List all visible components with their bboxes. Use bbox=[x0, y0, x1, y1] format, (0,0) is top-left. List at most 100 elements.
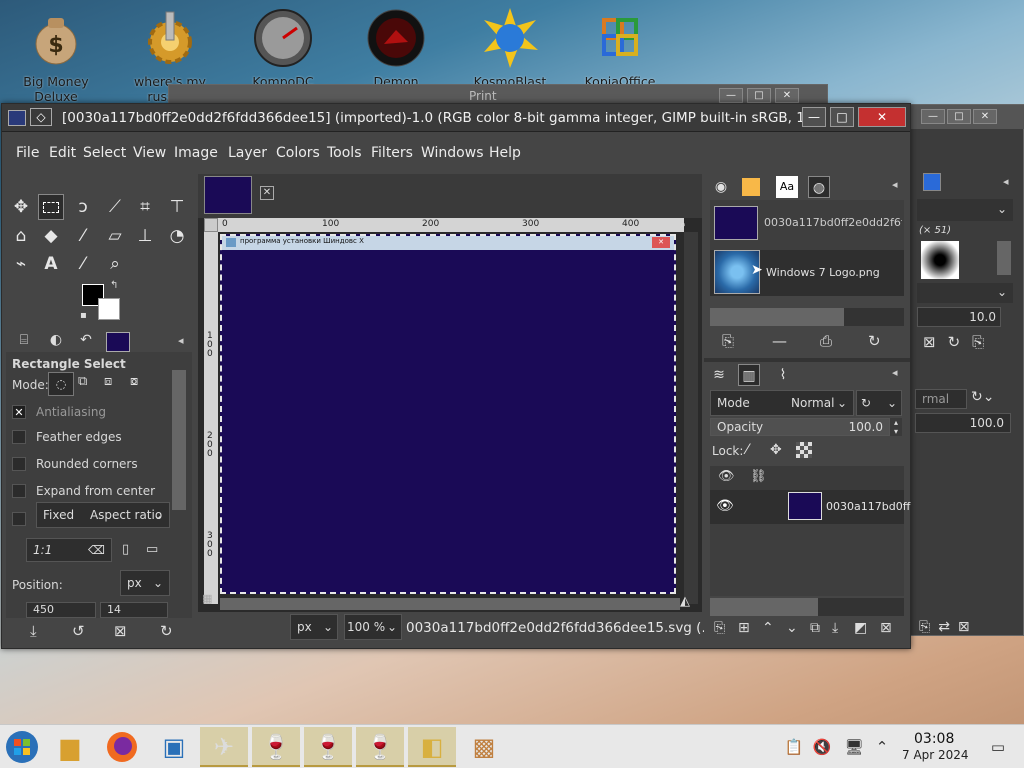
mode-subtract-icon[interactable]: ⧈ bbox=[104, 374, 112, 389]
delete-options-icon[interactable]: ⊠ bbox=[114, 622, 127, 640]
merge-layer-icon[interactable]: ⤓ bbox=[832, 620, 838, 636]
resize-corner-icon[interactable]: ◭ bbox=[680, 594, 690, 609]
layers-scrollbar[interactable] bbox=[710, 598, 904, 616]
rect-select-tool-icon[interactable] bbox=[38, 194, 64, 220]
close-button[interactable]: ✕ bbox=[775, 88, 799, 103]
menu-file[interactable]: File bbox=[16, 145, 39, 161]
taskbar-package-icon[interactable]: ▩ bbox=[460, 727, 508, 767]
rounded-corners-checkbox[interactable] bbox=[12, 457, 26, 471]
image-tab-thumbnail[interactable] bbox=[204, 176, 252, 214]
device-status-tab-icon[interactable]: ◐ bbox=[44, 332, 68, 352]
restore-options-icon[interactable]: ↺ bbox=[72, 622, 85, 640]
lock-position-icon[interactable]: ✥ bbox=[770, 442, 782, 458]
swap-colors-icon[interactable]: ↰ bbox=[110, 280, 118, 291]
raise-image-icon[interactable]: ⎘ bbox=[722, 332, 734, 350]
image-canvas[interactable]: программа установки Шиндовс X ✕ bbox=[220, 234, 676, 594]
menu-select[interactable]: Select bbox=[83, 145, 126, 161]
clock-time[interactable]: 03:08 bbox=[914, 731, 954, 747]
canvas-area[interactable]: 0 100 200 300 400 ⌕ 1 0 0 2 0 0 3 0 0 пр… bbox=[198, 218, 702, 646]
taskbar-wine-1[interactable]: 🍷 bbox=[252, 727, 300, 767]
minus-icon[interactable]: — bbox=[772, 332, 787, 350]
feather-edges-checkbox[interactable] bbox=[12, 430, 26, 444]
opacity-field[interactable]: Opacity 100.0 bbox=[710, 418, 890, 436]
fuzzy-select-tool-icon[interactable]: ⟋ bbox=[102, 194, 128, 220]
aspect-ratio-input[interactable]: 1:1 ⌫ bbox=[26, 538, 112, 562]
mode-replace-icon[interactable]: ◌ bbox=[48, 372, 74, 396]
patterns-tab-icon[interactable] bbox=[742, 178, 760, 196]
menu-tools[interactable]: Tools bbox=[327, 145, 362, 161]
start-button[interactable] bbox=[0, 727, 44, 767]
raise-layer-icon[interactable]: ⌃ bbox=[762, 620, 774, 636]
opacity-field[interactable]: 100.0 bbox=[915, 413, 1011, 433]
brushes-tab-icon[interactable]: ◉ bbox=[710, 176, 732, 198]
reset-mode-icon[interactable]: ↻⌄ bbox=[971, 389, 994, 405]
warp-tool-icon[interactable]: ⌂ bbox=[8, 223, 34, 249]
panel-menu-icon[interactable]: ◂ bbox=[892, 366, 898, 379]
duplicate-layer-icon[interactable]: ⧉ bbox=[810, 620, 820, 636]
taskbar-bag-icon[interactable]: ◧ bbox=[408, 727, 456, 767]
layer-actions[interactable]: ⎘⇄⊠ bbox=[919, 619, 978, 635]
close-tab-icon[interactable]: ✕ bbox=[260, 186, 274, 200]
panel-menu-icon[interactable]: ◂ bbox=[1003, 175, 1009, 188]
menu-edit[interactable]: Edit bbox=[49, 145, 76, 161]
zoom-follow-icon[interactable]: ⌕ bbox=[680, 218, 698, 232]
mode-intersect-icon[interactable]: ⧇ bbox=[130, 374, 138, 389]
clear-icon[interactable]: ⌫ bbox=[88, 539, 105, 561]
window-menu-icon[interactable]: ◇ bbox=[30, 108, 52, 126]
lasso-tool-icon[interactable]: ↄ bbox=[70, 194, 96, 220]
menu-view[interactable]: View bbox=[133, 145, 166, 161]
tool-options-tab-icon[interactable]: ⌸ bbox=[12, 332, 36, 352]
position-y-field[interactable]: 14 bbox=[100, 602, 168, 618]
brush-dropdown[interactable]: ⌄ bbox=[917, 283, 1013, 303]
paths-tab-icon[interactable]: ⌇ bbox=[772, 364, 794, 386]
zoom-dropdown[interactable]: 100 % ⌄ bbox=[344, 614, 402, 640]
images-tab-icon[interactable]: ◍ bbox=[808, 176, 830, 198]
desktop-icon-kosmoblast[interactable]: KosmoBlast bbox=[470, 8, 550, 89]
horizontal-scrollbar[interactable] bbox=[220, 598, 680, 610]
paintbrush-icon[interactable]: ⁄ bbox=[70, 223, 96, 249]
position-unit-dropdown[interactable]: px ⌄ bbox=[120, 570, 170, 596]
close-button[interactable]: ✕ bbox=[973, 109, 997, 124]
menu-windows[interactable]: Windows bbox=[421, 145, 484, 161]
options-scrollbar[interactable] bbox=[172, 370, 186, 510]
save-options-icon[interactable]: ⤓ bbox=[30, 622, 37, 640]
network-icon[interactable]: 🖥 bbox=[844, 737, 864, 757]
channels-tab-icon[interactable]: ▥ bbox=[738, 364, 760, 386]
crop-tool-icon[interactable]: ⌗ bbox=[132, 194, 158, 220]
maximize-button[interactable]: □ bbox=[747, 88, 771, 103]
move-tool-icon[interactable]: ✥ bbox=[8, 194, 34, 220]
clone-tool-icon[interactable]: ⊥ bbox=[132, 223, 158, 249]
close-button[interactable]: ✕ bbox=[858, 107, 906, 127]
default-colors-icon[interactable]: ▪ bbox=[80, 310, 87, 321]
window-titlebar[interactable]: ◇ [0030a117bd0ff2e0dd2f6fdd366dee15] (im… bbox=[2, 104, 910, 132]
show-desktop-icon[interactable]: ▭ bbox=[988, 737, 1008, 757]
panel-menu-icon[interactable]: ◂ bbox=[892, 178, 898, 191]
spacing-field[interactable]: 10.0 bbox=[917, 307, 1001, 327]
menu-image[interactable]: Image bbox=[174, 145, 218, 161]
menu-layer[interactable]: Layer bbox=[228, 145, 267, 161]
images-tab-icon[interactable] bbox=[106, 332, 130, 352]
taskbar-wine-2[interactable]: 🍷 bbox=[304, 727, 352, 767]
reset-options-icon[interactable]: ↻ bbox=[160, 622, 173, 640]
panel-menu-icon[interactable]: ◂ bbox=[178, 334, 184, 347]
mode-add-icon[interactable]: ⧉ bbox=[78, 374, 87, 389]
mode-dropdown[interactable]: rmal bbox=[915, 389, 967, 409]
paths-tool-icon[interactable]: ⌁ bbox=[8, 251, 34, 277]
firefox-icon[interactable] bbox=[98, 727, 146, 767]
menu-colors[interactable]: Colors bbox=[276, 145, 320, 161]
position-x-field[interactable]: 450 bbox=[26, 602, 96, 618]
maximize-button[interactable]: □ bbox=[947, 109, 971, 124]
brush-select-dropdown[interactable]: ⌄ bbox=[917, 199, 1013, 221]
color-picker-icon[interactable]: ⁄ bbox=[70, 251, 96, 277]
minimize-button[interactable]: — bbox=[921, 109, 945, 124]
lock-alpha-icon[interactable] bbox=[796, 442, 812, 458]
eraser-icon[interactable]: ▱ bbox=[102, 223, 128, 249]
background-gimp-window[interactable]: — □ ✕ ◂ ⌄ (× 51) ⌄ 10.0 ⊠↻⎘ rmal ↻⌄ 100.… bbox=[910, 104, 1024, 636]
new-group-icon[interactable]: ⊞ bbox=[738, 620, 750, 636]
file-manager-icon[interactable]: ▆ bbox=[46, 727, 94, 767]
reset-mode-dropdown[interactable]: ↻ ⌄ bbox=[856, 390, 902, 416]
refresh-icon[interactable]: ↻ bbox=[868, 332, 881, 350]
brushes-tab-icon[interactable] bbox=[923, 173, 941, 191]
new-layer-icon[interactable]: ⎘ bbox=[714, 620, 725, 636]
clipboard-icon[interactable]: 📋 bbox=[784, 737, 804, 757]
